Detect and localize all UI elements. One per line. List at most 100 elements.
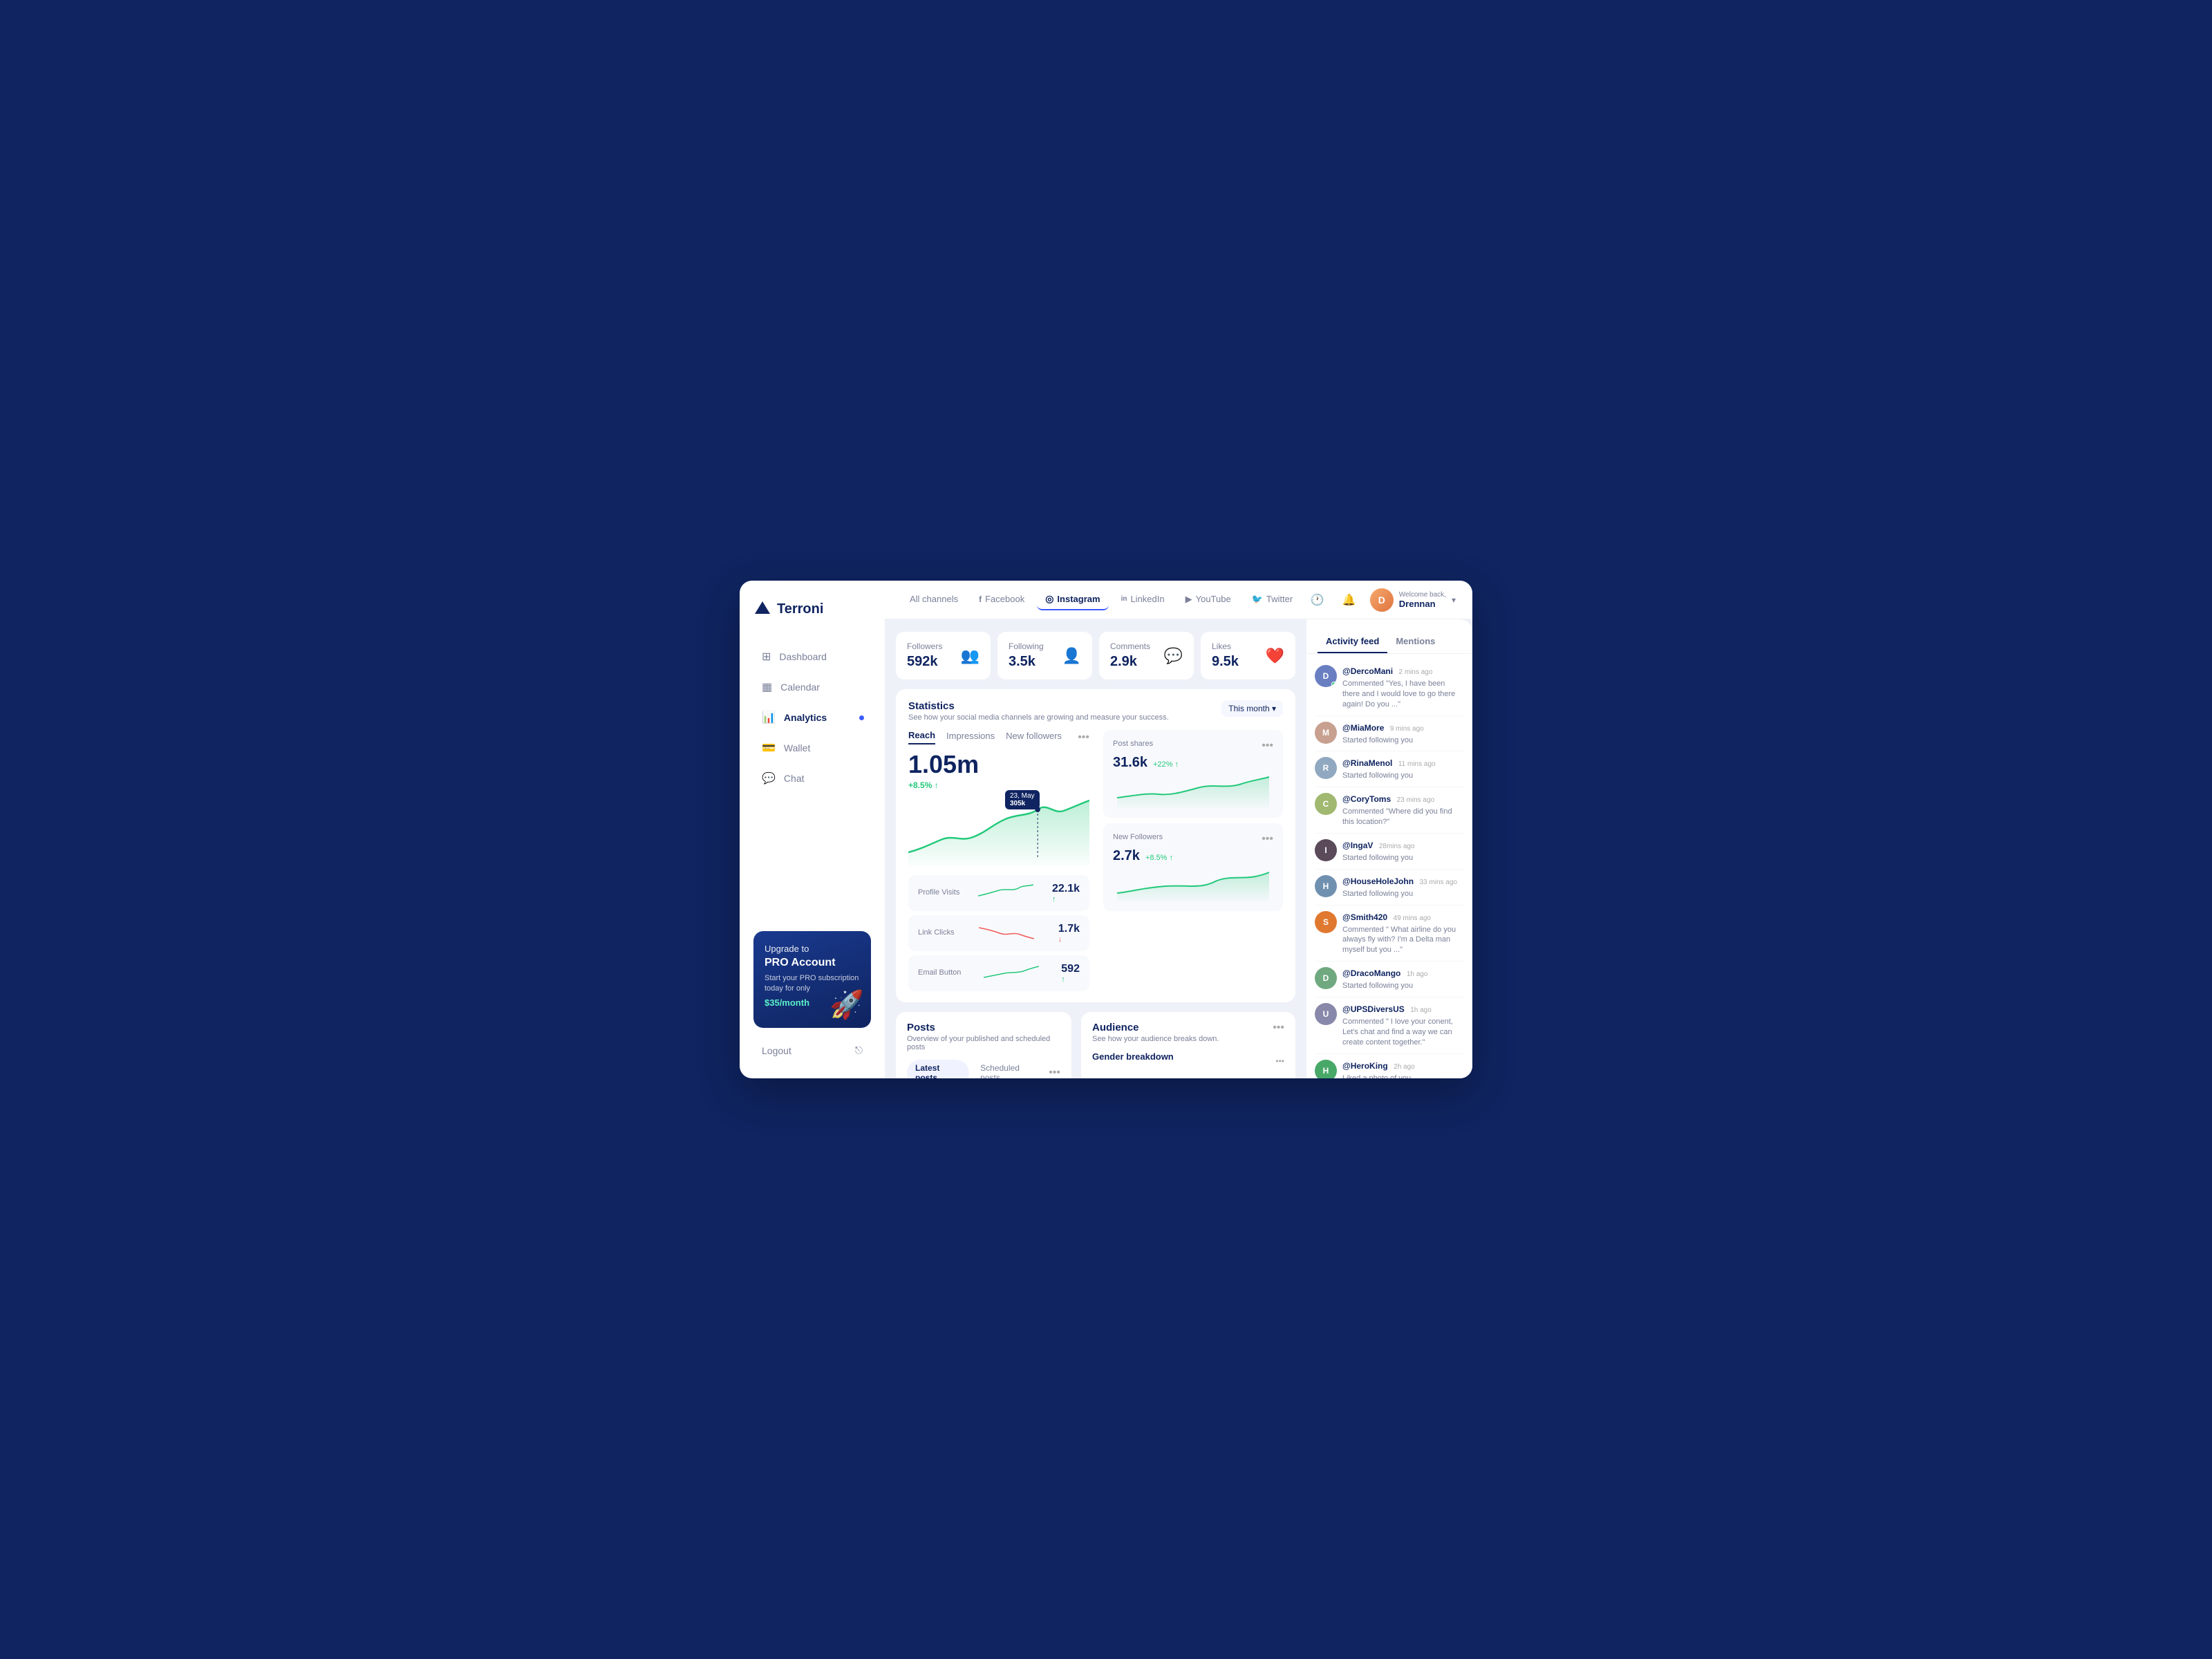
avatar: S — [1315, 911, 1337, 933]
activity-name: @Smith420 — [1342, 912, 1387, 922]
activity-text: Started following you — [1342, 771, 1464, 781]
instagram-icon: ◎ — [1045, 593, 1053, 605]
activity-name: @RinaMenol — [1342, 758, 1392, 768]
logout-button[interactable]: Logout ⎋ — [753, 1036, 871, 1065]
post-shares-growth: +22% ↑ — [1153, 760, 1179, 769]
center-panel: Followers 592k 👥 Following 3.5k 👤 — [885, 619, 1306, 1078]
upgrade-title: Upgrade to — [765, 944, 860, 954]
link-clicks-value: 1.7k — [1058, 923, 1080, 935]
tab-scheduled-posts[interactable]: Scheduled posts — [972, 1060, 1046, 1078]
post-shares-value: 31.6k — [1113, 755, 1147, 771]
facebook-label: Facebook — [985, 594, 1024, 604]
posts-more-button[interactable]: ••• — [1049, 1067, 1060, 1078]
calendar-icon: ▦ — [762, 680, 772, 694]
tab-youtube[interactable]: ▶ YouTube — [1177, 590, 1239, 610]
tab-reach[interactable]: Reach — [908, 730, 935, 744]
email-button-label: Email Button — [918, 968, 961, 977]
posts-title: Posts — [907, 1022, 1060, 1033]
audience-sub: See how your audience breaks down. — [1092, 1035, 1219, 1043]
audience-section: Audience See how your audience breaks do… — [1081, 1012, 1295, 1078]
history-button[interactable]: 🕐 — [1306, 589, 1329, 611]
activity-content: @MiaMore 9 mins ago Started following yo… — [1342, 722, 1464, 746]
activity-item: S @Smith420 49 mins ago Commented " What… — [1315, 906, 1464, 962]
activity-content: @HeroKing 2h ago Liked a photo of you — [1342, 1060, 1464, 1079]
gender-chart-area: ♀ Female 61% ♂ Male 31% — [1092, 1076, 1284, 1078]
statistics-section: Statistics See how your social media cha… — [896, 689, 1295, 1002]
tab-new-followers[interactable]: New followers — [1006, 731, 1062, 744]
activity-time: 23 mins ago — [1397, 796, 1434, 804]
activity-time: 9 mins ago — [1390, 725, 1424, 733]
link-clicks-growth: ↓ — [1058, 935, 1080, 944]
activity-content: @DracoMango 1h ago Started following you — [1342, 967, 1464, 991]
activity-panel: Activity feed Mentions D @DercoMani 2 mi… — [1306, 619, 1472, 1078]
analytics-icon: 📊 — [762, 711, 776, 724]
activity-text: Liked a photo of you — [1342, 1074, 1464, 1079]
post-shares-chart-svg — [1113, 774, 1273, 808]
activity-time: 28mins ago — [1379, 843, 1415, 850]
link-clicks-chart — [979, 922, 1034, 944]
profile-visits-chart — [978, 882, 1033, 904]
post-shares-more[interactable]: ••• — [1262, 740, 1273, 752]
sidebar-item-analytics[interactable]: 📊 Analytics — [753, 704, 871, 731]
sidebar-item-dashboard[interactable]: ⊞ Dashboard — [753, 643, 871, 671]
user-area[interactable]: D Welcome back, Drennan ▾ — [1370, 588, 1456, 612]
sidebar-item-chat[interactable]: 💬 Chat — [753, 765, 871, 792]
avatar: D — [1370, 588, 1394, 612]
stat-followers-label: Followers — [907, 641, 942, 651]
stat-following-label: Following — [1009, 641, 1044, 651]
logout-label: Logout — [762, 1045, 791, 1056]
tab-facebook[interactable]: f Facebook — [971, 590, 1033, 610]
activity-name: @UPSDiversUS — [1342, 1004, 1405, 1014]
followers-icon: 👥 — [961, 647, 980, 665]
following-icon: 👤 — [1062, 647, 1081, 665]
activity-text: Commented " I love your conent, Let's ch… — [1342, 1017, 1464, 1048]
sidebar-item-label: Calendar — [780, 682, 820, 693]
avatar: R — [1315, 757, 1337, 779]
activity-item: R @RinaMenol 11 mins ago Started followi… — [1315, 751, 1464, 787]
new-followers-value: 2.7k — [1113, 848, 1140, 864]
period-button[interactable]: This month ▾ — [1221, 700, 1283, 717]
profile-visits-value: 22.1k — [1052, 883, 1080, 895]
online-dot — [1331, 682, 1337, 687]
activity-text: Commented " What airline do you always f… — [1342, 925, 1464, 956]
activity-name: @HeroKing — [1342, 1061, 1388, 1071]
stat-comments-label: Comments — [1110, 641, 1150, 651]
tab-twitter[interactable]: 🐦 Twitter — [1244, 590, 1301, 610]
link-clicks-row: Link Clicks 1.7k ↓ — [908, 915, 1089, 951]
tab-impressions[interactable]: Impressions — [946, 731, 995, 744]
posts-header: Posts Overview of your published and sch… — [907, 1022, 1060, 1051]
tab-instagram[interactable]: ◎ Instagram — [1037, 589, 1108, 610]
activity-time: 2h ago — [1394, 1063, 1415, 1071]
activity-item: M @MiaMore 9 mins ago Started following … — [1315, 716, 1464, 752]
tab-linkedin[interactable]: in LinkedIn — [1113, 590, 1173, 610]
activity-list: D @DercoMani 2 mins ago Commented "Yes, … — [1306, 654, 1472, 1078]
gender-more-button[interactable]: ••• — [1275, 1056, 1284, 1066]
activity-content: @RinaMenol 11 mins ago Started following… — [1342, 757, 1464, 781]
notifications-button[interactable]: 🔔 — [1338, 589, 1360, 611]
audience-more-button[interactable]: ••• — [1273, 1022, 1284, 1034]
new-followers-more[interactable]: ••• — [1262, 833, 1273, 845]
tab-all-channels[interactable]: All channels — [901, 590, 966, 610]
sidebar-item-calendar[interactable]: ▦ Calendar — [753, 673, 871, 701]
tab-latest-posts[interactable]: Latest posts — [907, 1060, 969, 1078]
linkedin-label: LinkedIn — [1130, 594, 1164, 604]
activity-content: @IngaV 28mins ago Started following you — [1342, 839, 1464, 863]
chart-more-button[interactable]: ••• — [1078, 731, 1089, 744]
activity-content: @UPSDiversUS 1h ago Commented " I love y… — [1342, 1003, 1464, 1048]
audience-header: Audience See how your audience breaks do… — [1092, 1022, 1284, 1043]
likes-icon: ❤️ — [1266, 647, 1284, 665]
twitter-label: Twitter — [1266, 594, 1293, 604]
tab-mentions[interactable]: Mentions — [1387, 630, 1443, 653]
tab-activity-feed[interactable]: Activity feed — [1318, 630, 1387, 653]
activity-time: 1h ago — [1407, 971, 1428, 978]
avatar: U — [1315, 1003, 1337, 1025]
reach-chart-area: Reach Impressions New followers ••• 1.05… — [908, 730, 1089, 991]
sidebar-item-label: Analytics — [784, 712, 827, 723]
chart-tooltip: 23, May 305k — [1005, 790, 1040, 809]
stat-followers: Followers 592k 👥 — [896, 632, 991, 679]
activity-name: @HouseHoleJohn — [1342, 877, 1414, 886]
sidebar-item-wallet[interactable]: 💳 Wallet — [753, 734, 871, 762]
instagram-label: Instagram — [1057, 594, 1100, 604]
wallet-icon: 💳 — [762, 741, 776, 755]
activity-content: @Smith420 49 mins ago Commented " What a… — [1342, 911, 1464, 956]
